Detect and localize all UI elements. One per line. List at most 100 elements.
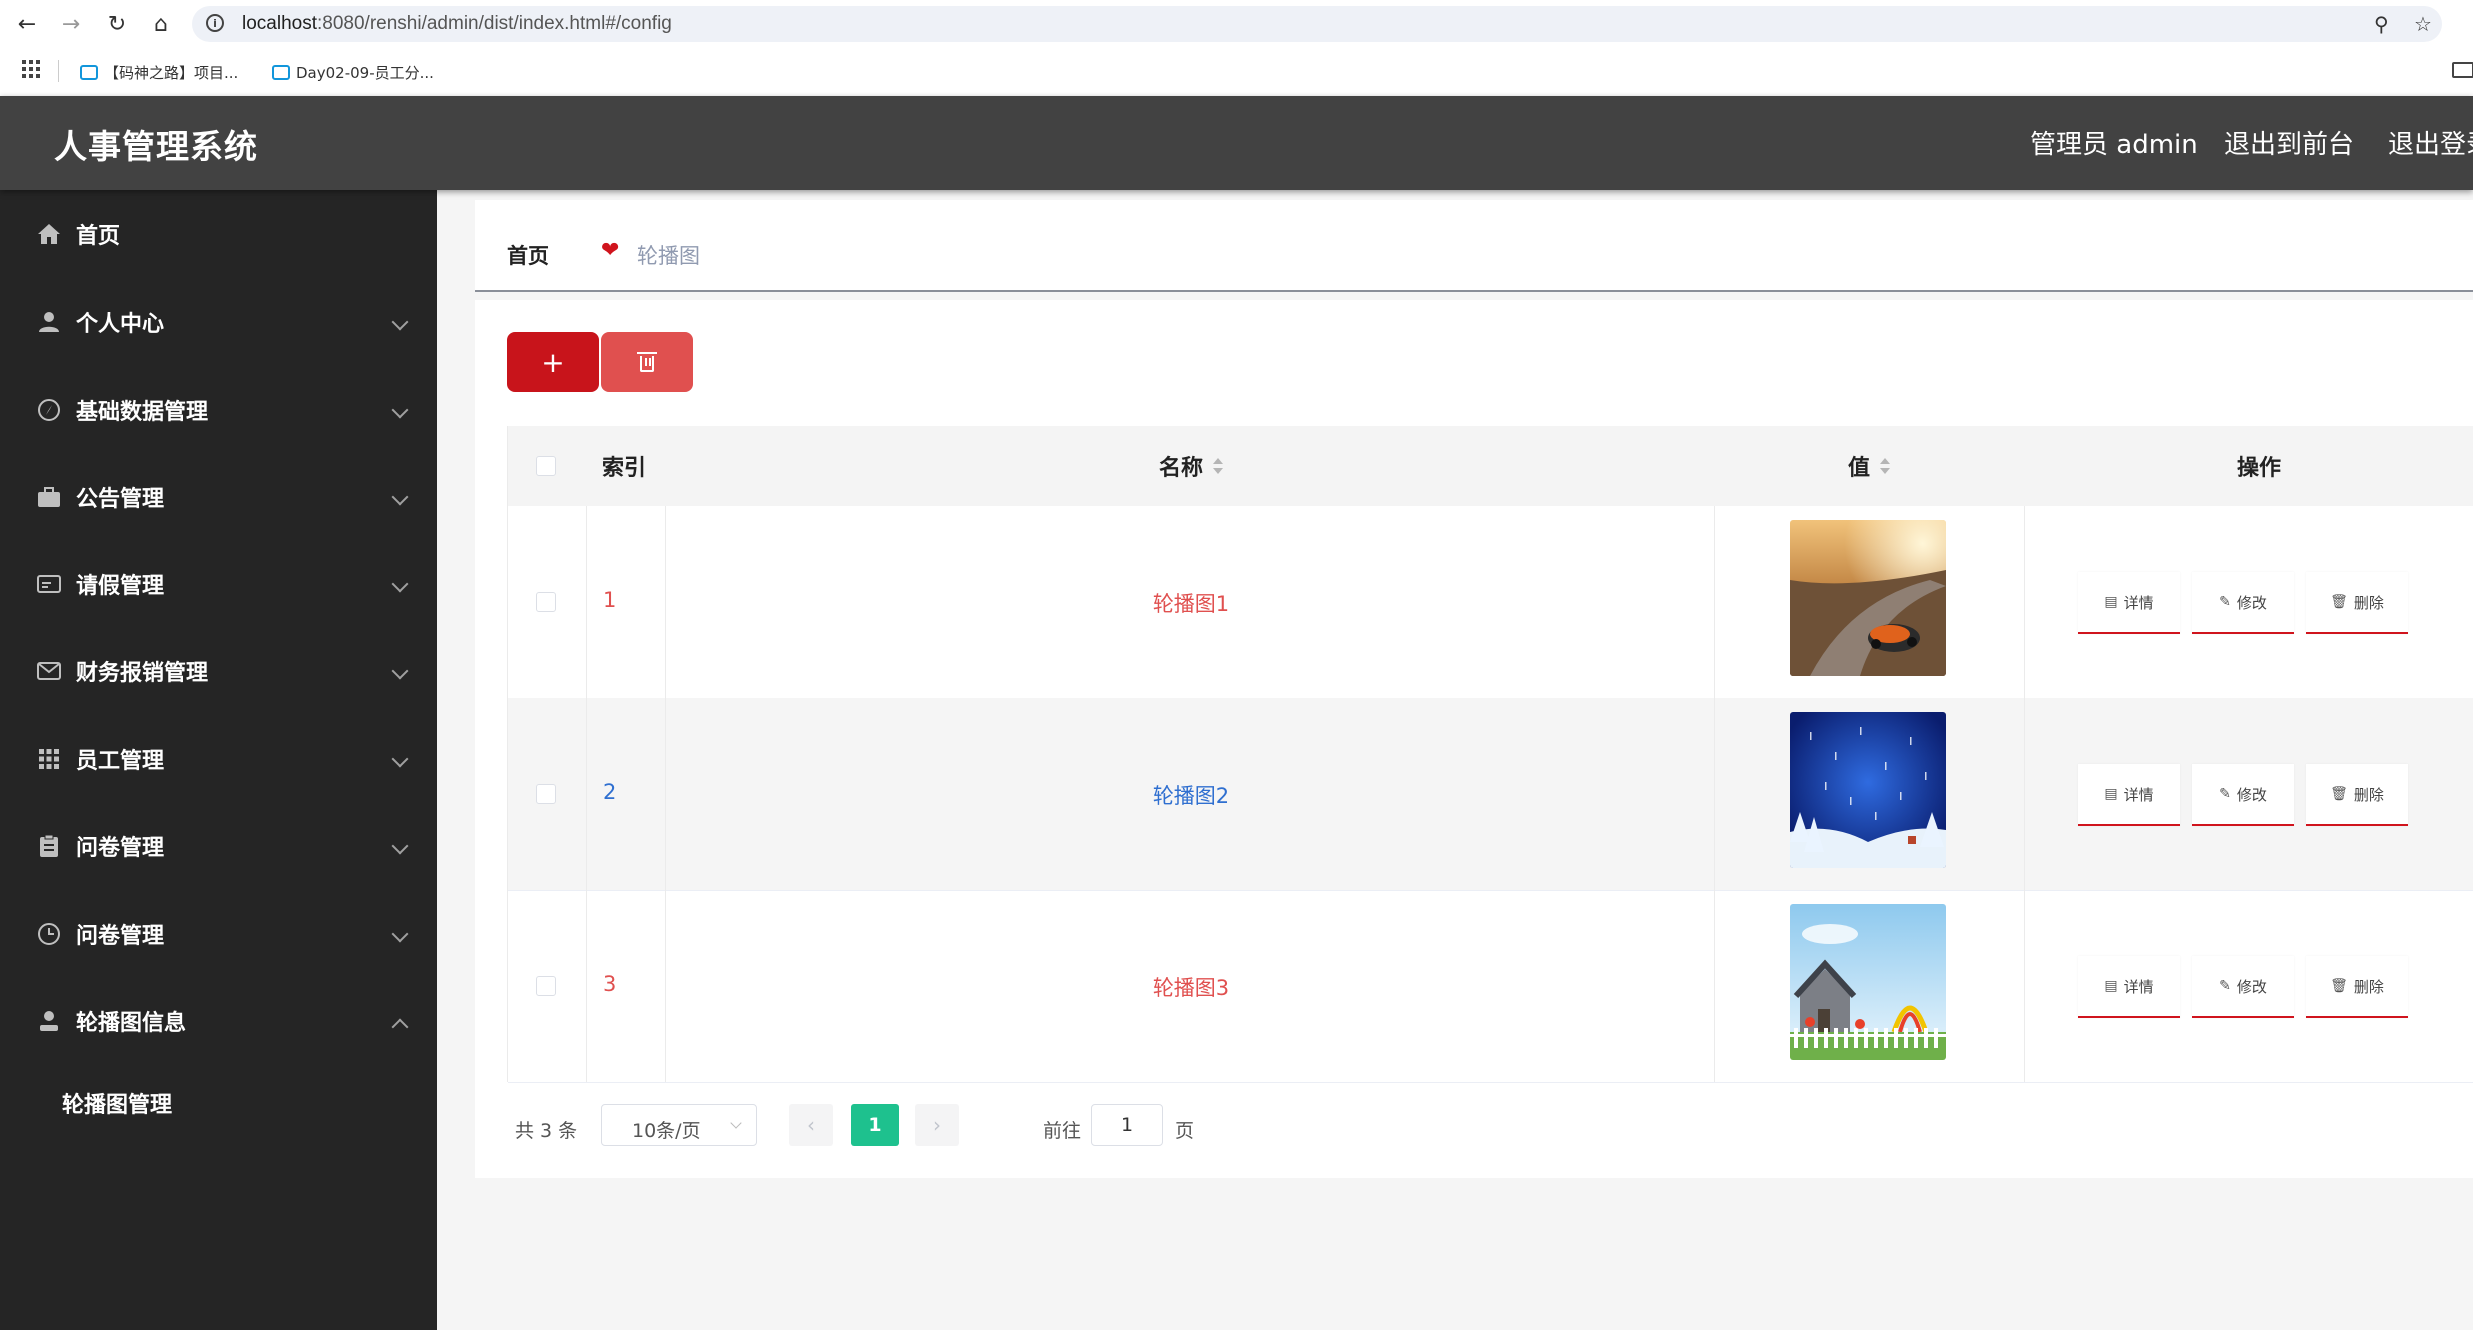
column-divider (1714, 698, 1715, 890)
folder-icon[interactable] (2452, 62, 2473, 78)
batch-delete-button[interactable] (601, 332, 693, 392)
edit-button[interactable]: ✎ 修改 (2192, 956, 2294, 1018)
chevron-down-icon (730, 1117, 742, 1129)
column-header-value-label: 值 (1847, 456, 1870, 481)
sidebar-item-employee[interactable]: 员工管理 (0, 719, 437, 799)
column-divider (586, 506, 587, 698)
cell-index: 3 (603, 972, 617, 996)
chevron-down-icon (391, 750, 409, 768)
sidebar-subitem-label: 轮播图管理 (62, 1093, 173, 1118)
sort-icon[interactable] (1880, 457, 1890, 475)
cell-name: 轮播图3 (1152, 976, 1230, 1000)
sidebar-subitem-carousel-manage[interactable]: 轮播图管理 (0, 1068, 437, 1138)
forward-arrow-icon[interactable]: → (56, 9, 86, 39)
app-title: 人事管理系统 (54, 127, 258, 166)
column-header-name-label: 名称 (1158, 456, 1203, 481)
edit-button[interactable]: ✎ 修改 (2192, 572, 2294, 634)
logout-link[interactable]: 退出登录 (2388, 124, 2473, 161)
sidebar-item-label: 个人中心 (76, 312, 165, 337)
page-size-select[interactable]: 10条/页 (601, 1104, 757, 1146)
row-checkbox[interactable] (536, 784, 556, 804)
back-arrow-icon[interactable]: ← (12, 9, 42, 39)
add-button[interactable]: + (507, 332, 599, 392)
delete-button[interactable]: 🗑 删除 (2306, 956, 2408, 1018)
row-checkbox[interactable] (536, 976, 556, 996)
sidebar-item-label: 问卷管理 (76, 836, 165, 861)
delete-label: 删除 (2353, 977, 2384, 996)
table-row: 2 轮播图2 ▤ 详情 ✎ 修改 🗑 删除 (508, 698, 2473, 891)
edit-label: 修改 (2236, 977, 2267, 996)
goto-page-input[interactable]: 1 (1091, 1104, 1163, 1146)
edit-label: 修改 (2236, 785, 2267, 804)
sidebar-item-questionnaire-2[interactable]: 问卷管理 (0, 894, 437, 974)
sidebar-item-label: 请假管理 (76, 574, 165, 599)
trash-icon (637, 352, 657, 372)
sidebar-item-personal-center[interactable]: 个人中心 (0, 282, 437, 362)
data-table: 索引 名称 值 操作 1 轮播图1 ▤ 详情 ✎ 修改 🗑 删除 2 轮播图2 … (507, 426, 2473, 1083)
sidebar-item-leave[interactable]: 请假管理 (0, 544, 437, 624)
sidebar-item-label: 公告管理 (76, 487, 165, 512)
star-icon[interactable]: ☆ (2414, 12, 2432, 36)
sidebar-item-label: 员工管理 (76, 749, 165, 774)
clipboard-icon (36, 833, 62, 859)
column-header-index: 索引 (602, 456, 647, 481)
column-divider (2024, 698, 2025, 890)
grid-icon (36, 746, 62, 772)
sidebar-item-home[interactable]: 首页 (0, 194, 437, 274)
bookmark-item[interactable]: Day02-09-员工分... (272, 60, 434, 84)
edit-label: 修改 (2236, 593, 2267, 612)
edit-pen-icon: ✎ (2219, 786, 2231, 802)
column-header-actions: 操作 (2236, 456, 2281, 481)
column-divider (1714, 506, 1715, 698)
exit-to-front-link[interactable]: 退出到前台 (2224, 124, 2354, 161)
browser-toolbar: ← → ↻ ⌂ i localhost:8080/renshi/admin/di… (0, 0, 2473, 48)
sort-icon[interactable] (1213, 457, 1223, 475)
url-path: :8080/renshi/admin/dist/index.html#/conf… (317, 13, 672, 34)
reload-icon[interactable]: ↻ (102, 9, 132, 39)
bookmark-item[interactable]: 【码神之路】项目... (80, 60, 238, 84)
column-divider (2024, 506, 2025, 698)
column-divider (586, 890, 587, 1082)
main-content: 首页 ❤ 轮播图 + 索引 名称 值 操作 1 轮播图1 ▤ 详情 ✎ 修改 🗑… (437, 190, 2473, 1330)
carousel-thumbnail (1790, 712, 1946, 868)
breadcrumb-home[interactable]: 首页 (507, 240, 549, 270)
next-page-button[interactable]: › (915, 1104, 959, 1146)
sidebar-item-carousel-info[interactable]: 轮播图信息 (0, 981, 437, 1061)
sidebar-item-label: 首页 (76, 224, 121, 249)
sidebar-item-questionnaire[interactable]: 问卷管理 (0, 806, 437, 886)
row-checkbox[interactable] (536, 592, 556, 612)
column-divider (665, 890, 666, 1082)
bookmark-label: 【码神之路】项目... (104, 63, 239, 82)
home-icon[interactable]: ⌂ (146, 9, 176, 39)
sidebar-item-label: 轮播图信息 (76, 1011, 187, 1036)
address-bar[interactable]: i localhost:8080/renshi/admin/dist/index… (192, 6, 2442, 42)
detail-button[interactable]: ▤ 详情 (2078, 764, 2180, 826)
zoom-icon[interactable]: ⚲ (2374, 12, 2389, 36)
sidebar-item-reimbursement[interactable]: 财务报销管理 (0, 631, 437, 711)
detail-button[interactable]: ▤ 详情 (2078, 956, 2180, 1018)
compass-icon (36, 397, 62, 423)
detail-label: 详情 (2123, 785, 2154, 804)
page-number-current[interactable]: 1 (851, 1104, 899, 1146)
detail-button[interactable]: ▤ 详情 (2078, 572, 2180, 634)
chevron-down-icon (391, 401, 409, 419)
column-header-value[interactable]: 值 (1714, 426, 2024, 506)
cell-index: 2 (603, 780, 617, 804)
column-divider (1714, 890, 1715, 1082)
delete-button[interactable]: 🗑 删除 (2306, 572, 2408, 634)
goto-label: 前往 (1043, 1120, 1082, 1142)
delete-button[interactable]: 🗑 删除 (2306, 764, 2408, 826)
edit-button[interactable]: ✎ 修改 (2192, 764, 2294, 826)
table-header: 索引 名称 值 操作 (508, 426, 2473, 506)
column-header-name[interactable]: 名称 (668, 426, 1714, 506)
select-all-checkbox[interactable] (536, 456, 556, 476)
prev-page-button[interactable]: ‹ (789, 1104, 833, 1146)
trash-icon: 🗑 (2330, 978, 2348, 994)
cell-name: 轮播图2 (1152, 784, 1230, 808)
sidebar-item-notice[interactable]: 公告管理 (0, 457, 437, 537)
content-panel: + 索引 名称 值 操作 1 轮播图1 ▤ 详情 ✎ 修改 🗑 删除 2 轮播图… (475, 300, 2473, 1178)
sidebar-item-base-data[interactable]: 基础数据管理 (0, 370, 437, 450)
apps-grid-icon[interactable] (22, 60, 40, 78)
carousel-thumbnail (1790, 904, 1946, 1060)
site-info-icon[interactable]: i (206, 14, 224, 32)
